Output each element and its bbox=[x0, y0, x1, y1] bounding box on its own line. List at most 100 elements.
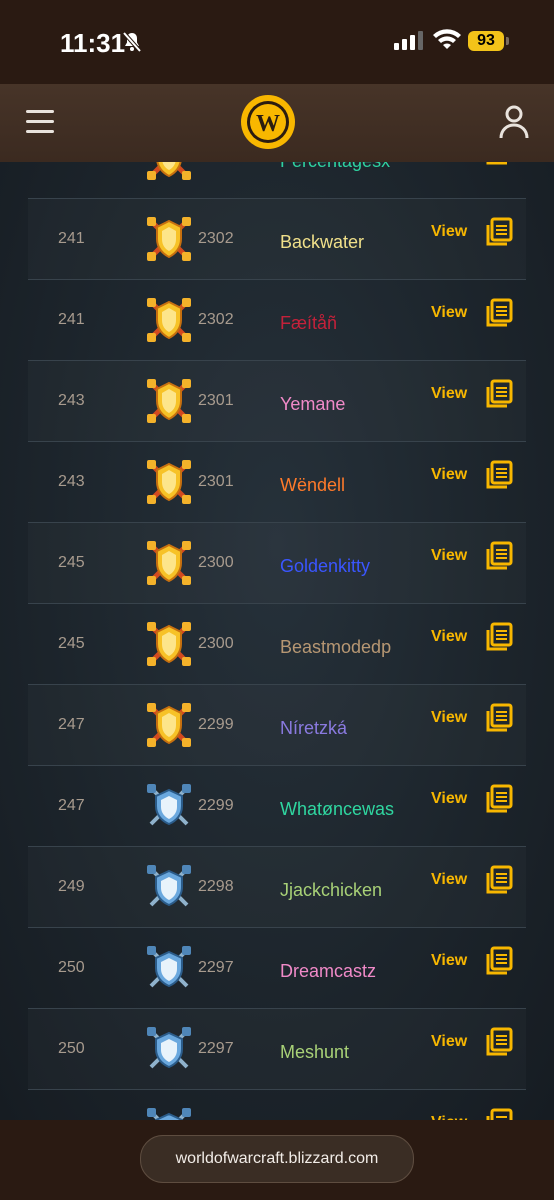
wifi-icon bbox=[433, 29, 461, 49]
battery-icon: 93 bbox=[468, 31, 504, 51]
leaderboard-row: 241 2304PercentagesxView bbox=[28, 162, 526, 199]
rank: 250 bbox=[58, 959, 85, 976]
rank: 245 bbox=[58, 635, 85, 652]
rating: 2302 bbox=[198, 311, 234, 328]
player-name[interactable]: Goldenkitty bbox=[280, 556, 370, 577]
view-details-icon[interactable] bbox=[485, 946, 513, 976]
view-button[interactable]: View bbox=[431, 547, 467, 565]
leaderboard-row: 245 2300 Beastmodedp View bbox=[28, 604, 526, 685]
leaderboard-row: 241 2302 Fæítåñ View bbox=[28, 280, 526, 361]
silver-duelist-emblem bbox=[145, 1025, 193, 1073]
leaderboard-row: 250 2297 Dreamcastz View bbox=[28, 928, 526, 1009]
leaderboard-row: 250 2297KitsuneView bbox=[28, 1090, 526, 1120]
view-details-icon[interactable] bbox=[485, 703, 513, 733]
gold-gladiator-emblem bbox=[145, 162, 193, 182]
player-name[interactable]: Wëndell bbox=[280, 475, 345, 496]
rank: 250 bbox=[58, 1040, 85, 1057]
leaderboard-list: 241 2304 Percentagesx View 241 2302 Backwat… bbox=[0, 162, 554, 1120]
rank: 243 bbox=[58, 392, 85, 409]
rank: 241 bbox=[58, 311, 85, 328]
player-name[interactable]: Backwater bbox=[280, 232, 364, 253]
view-button[interactable]: View bbox=[431, 952, 467, 970]
rank: 241 bbox=[58, 162, 85, 167]
view-details-icon[interactable] bbox=[485, 541, 513, 571]
player-name[interactable]: Beastmodedp bbox=[280, 637, 391, 658]
view-details-icon[interactable] bbox=[485, 865, 513, 895]
view-button[interactable]: View bbox=[431, 790, 467, 808]
rating: 2297 bbox=[198, 959, 234, 976]
leaderboard-row: 249 2298 Jjackchicken View bbox=[28, 847, 526, 928]
gold-gladiator-emblem bbox=[145, 701, 193, 749]
wow-logo[interactable]: W bbox=[238, 92, 298, 152]
player-name[interactable]: Yemane bbox=[280, 394, 345, 415]
view-button[interactable]: View bbox=[431, 304, 467, 322]
rating: 2299 bbox=[198, 797, 234, 814]
rating: 2301 bbox=[198, 473, 234, 490]
silver-duelist-emblem bbox=[145, 782, 193, 830]
rank: 247 bbox=[58, 797, 85, 814]
view-details-icon[interactable] bbox=[485, 162, 513, 166]
gold-gladiator-emblem bbox=[145, 458, 193, 506]
leaderboard-row: 250 2297 Meshunt View bbox=[28, 1009, 526, 1090]
silver-duelist-emblem bbox=[145, 1106, 193, 1120]
rating: 2300 bbox=[198, 635, 234, 652]
silver-duelist-emblem bbox=[145, 944, 193, 992]
player-name[interactable]: Níretzká bbox=[280, 718, 347, 739]
view-details-icon[interactable] bbox=[485, 622, 513, 652]
status-time: 11:31 bbox=[60, 28, 126, 58]
view-button[interactable]: View bbox=[431, 709, 467, 727]
battery-tip bbox=[506, 37, 509, 45]
silver-duelist-emblem bbox=[145, 863, 193, 911]
leaderboard-row: 247 2299 Níretzká View bbox=[28, 685, 526, 766]
player-name[interactable]: Percentagesx bbox=[280, 162, 390, 172]
view-button[interactable]: View bbox=[431, 385, 467, 403]
view-button[interactable]: View bbox=[431, 871, 467, 889]
rating: 2301 bbox=[198, 392, 234, 409]
player-name[interactable]: Fæítåñ bbox=[280, 313, 337, 334]
leaderboard-row: 243 2301 Wëndell View bbox=[28, 442, 526, 523]
rating: 2300 bbox=[198, 554, 234, 571]
rating: 2299 bbox=[198, 716, 234, 733]
gold-gladiator-emblem bbox=[145, 377, 193, 425]
view-button[interactable]: View bbox=[431, 1033, 467, 1051]
gold-gladiator-emblem bbox=[145, 215, 193, 263]
leaderboard-row: 241 2302 Backwater View bbox=[28, 199, 526, 280]
view-details-icon[interactable] bbox=[485, 298, 513, 328]
gold-gladiator-emblem bbox=[145, 620, 193, 668]
user-icon[interactable] bbox=[498, 104, 530, 140]
rating: 2302 bbox=[198, 230, 234, 247]
gold-gladiator-emblem bbox=[145, 296, 193, 344]
view-details-icon[interactable] bbox=[485, 1027, 513, 1057]
gold-gladiator-emblem bbox=[145, 539, 193, 587]
rank: 245 bbox=[58, 554, 85, 571]
view-button[interactable]: View bbox=[431, 466, 467, 484]
menu-icon[interactable] bbox=[26, 110, 54, 134]
rank: 247 bbox=[58, 716, 85, 733]
view-details-icon[interactable] bbox=[485, 1108, 513, 1120]
rating: 2298 bbox=[198, 878, 234, 895]
view-details-icon[interactable] bbox=[485, 217, 513, 247]
player-name[interactable]: Jjackchicken bbox=[280, 880, 382, 901]
leaderboard-row: 247 2299 Whatøncewas View bbox=[28, 766, 526, 847]
leaderboard-rows: 241 2304 Percentagesx View 241 2302 Backwat… bbox=[28, 162, 526, 1120]
view-button[interactable]: View bbox=[431, 223, 467, 241]
player-name[interactable]: Whatøncewas bbox=[280, 799, 394, 820]
leaderboard-row: 243 2301 Yemane View bbox=[28, 361, 526, 442]
svg-text:W: W bbox=[256, 111, 280, 137]
player-name[interactable]: Meshunt bbox=[280, 1042, 349, 1063]
rank: 241 bbox=[58, 230, 85, 247]
bell-slash-icon bbox=[122, 31, 142, 53]
signal-icon bbox=[394, 31, 423, 50]
rank: 249 bbox=[58, 878, 85, 895]
status-bar: 11:31 93 bbox=[0, 0, 554, 84]
view-details-icon[interactable] bbox=[485, 784, 513, 814]
rating: 2297 bbox=[198, 1040, 234, 1057]
rank: 243 bbox=[58, 473, 85, 490]
view-details-icon[interactable] bbox=[485, 460, 513, 490]
url-bar[interactable]: worldofwarcraft.blizzard.com bbox=[140, 1135, 414, 1183]
view-button[interactable]: View bbox=[431, 628, 467, 646]
player-name[interactable]: Dreamcastz bbox=[280, 961, 376, 982]
view-details-icon[interactable] bbox=[485, 379, 513, 409]
rating: 2304 bbox=[198, 162, 234, 167]
leaderboard-row: 245 2300 Goldenkitty View bbox=[28, 523, 526, 604]
